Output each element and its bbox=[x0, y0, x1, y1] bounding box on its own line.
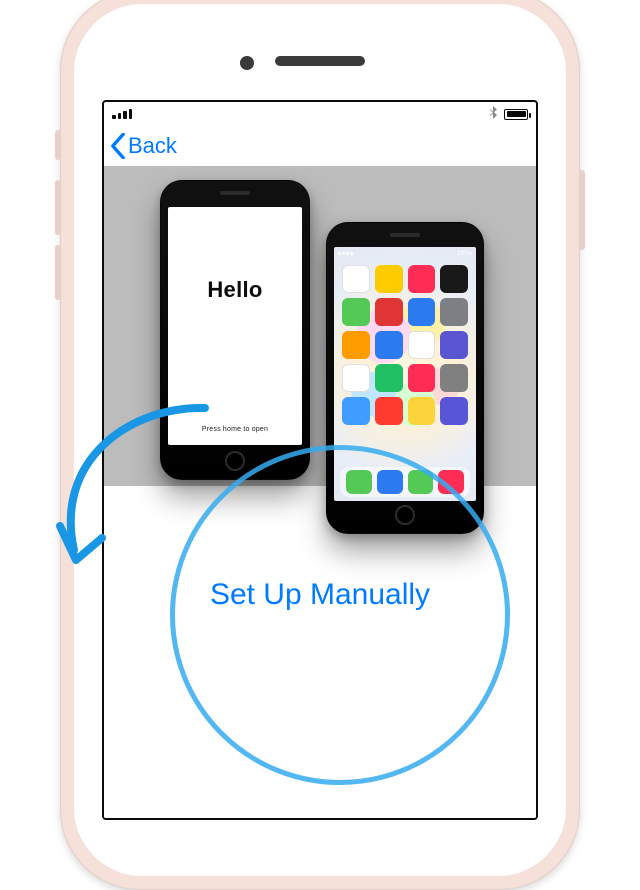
app-icon bbox=[342, 265, 370, 293]
app-icon bbox=[375, 265, 403, 293]
hero-phone-hello: Hello Press home to open bbox=[160, 180, 310, 480]
hero-image: Hello Press home to open 100% bbox=[104, 166, 536, 486]
app-icon bbox=[342, 331, 370, 359]
front-camera bbox=[240, 56, 254, 70]
app-icon bbox=[408, 265, 436, 293]
hello-text: Hello bbox=[207, 277, 262, 303]
status-bar bbox=[104, 102, 536, 126]
app-icon bbox=[375, 364, 403, 392]
app-icon bbox=[375, 397, 403, 425]
volume-up bbox=[55, 180, 61, 235]
app-icon bbox=[375, 331, 403, 359]
back-label: Back bbox=[128, 133, 177, 159]
back-button[interactable]: Back bbox=[110, 133, 177, 159]
bluetooth-icon bbox=[489, 106, 498, 123]
app-icon bbox=[375, 298, 403, 326]
home-button-icon bbox=[225, 451, 245, 471]
app-icon bbox=[342, 364, 370, 392]
app-grid bbox=[342, 265, 468, 465]
content-area: Hello Press home to open 100% bbox=[104, 166, 536, 818]
press-home-text: Press home to open bbox=[202, 426, 268, 433]
setup-link-area: Set Up Manually bbox=[104, 486, 536, 612]
app-icon bbox=[440, 265, 468, 293]
mute-switch bbox=[55, 130, 61, 160]
app-icon bbox=[342, 397, 370, 425]
app-icon bbox=[408, 298, 436, 326]
volume-down bbox=[55, 245, 61, 300]
device-frame: Back Hello Press home to open bbox=[60, 0, 580, 890]
app-icon bbox=[440, 331, 468, 359]
app-icon bbox=[408, 331, 436, 359]
app-icon bbox=[440, 397, 468, 425]
signal-icon bbox=[112, 109, 132, 119]
power-button bbox=[579, 170, 585, 250]
app-icon bbox=[408, 397, 436, 425]
chevron-left-icon bbox=[110, 133, 126, 159]
app-icon bbox=[342, 298, 370, 326]
setup-manually-link[interactable]: Set Up Manually bbox=[210, 578, 430, 612]
battery-icon bbox=[504, 109, 528, 120]
screen: Back Hello Press home to open bbox=[102, 100, 538, 820]
device-bezel: Back Hello Press home to open bbox=[74, 4, 566, 876]
app-icon bbox=[408, 364, 436, 392]
app-icon bbox=[440, 364, 468, 392]
nav-bar: Back bbox=[104, 126, 536, 166]
earpiece bbox=[275, 56, 365, 66]
app-icon bbox=[440, 298, 468, 326]
status-right bbox=[489, 106, 528, 123]
